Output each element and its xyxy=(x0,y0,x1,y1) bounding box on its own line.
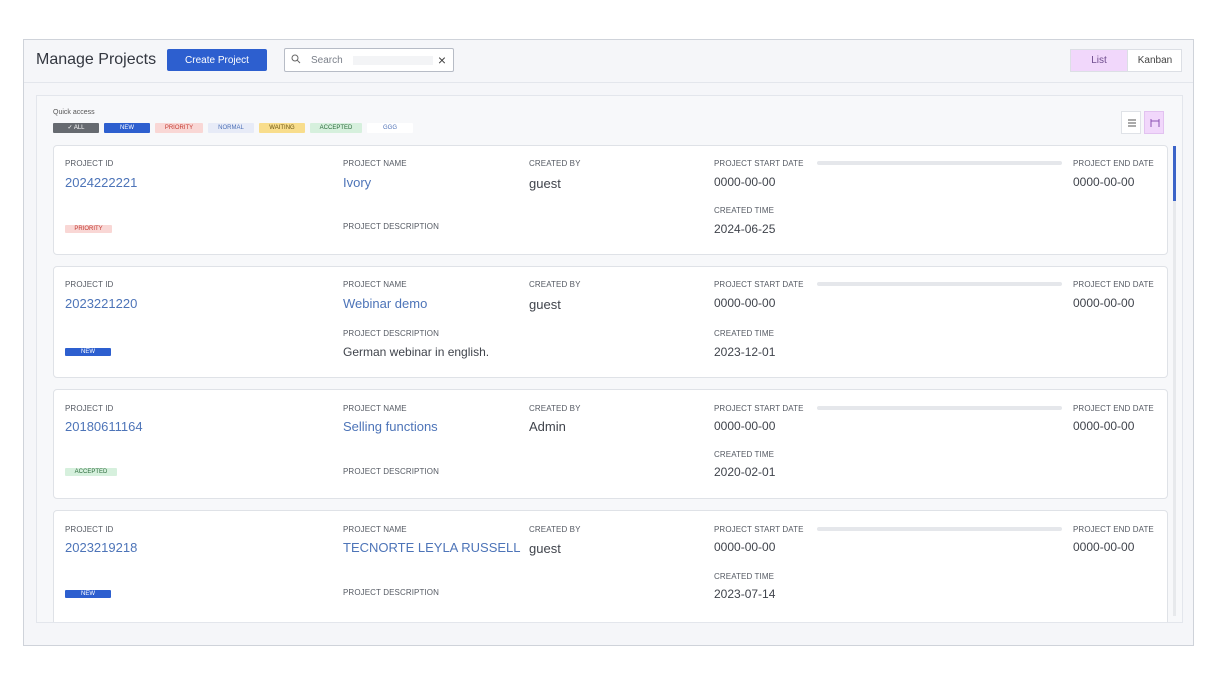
description-label: PROJECT DESCRIPTION xyxy=(343,467,439,476)
start-date-label: PROJECT START DATE xyxy=(714,159,804,168)
project-id-label: PROJECT ID xyxy=(65,280,114,289)
project-name-label: PROJECT NAME xyxy=(343,404,407,413)
scrollbar-thumb[interactable] xyxy=(1173,146,1176,201)
project-card[interactable]: PROJECT ID 2023219218 PROJECT NAME TECNO… xyxy=(53,510,1168,622)
page-header: Manage Projects Create Project Search × … xyxy=(24,40,1193,83)
project-id-label: PROJECT ID xyxy=(65,404,114,413)
end-date-value: 0000-00-00 xyxy=(1073,540,1135,554)
created-by-label: CREATED BY xyxy=(529,159,581,168)
create-project-button[interactable]: Create Project xyxy=(167,49,267,71)
filter-chip-accepted[interactable]: ACCEPTED xyxy=(310,123,362,133)
created-by-value: Admin xyxy=(529,419,566,434)
description-value: German webinar in english. xyxy=(343,345,490,359)
project-name-link[interactable]: Webinar demo xyxy=(343,296,427,311)
created-time-value: 2024-06-25 xyxy=(714,222,776,236)
filter-chip-all[interactable]: ✓ ALL xyxy=(53,123,99,133)
start-date-label: PROJECT START DATE xyxy=(714,280,804,289)
filter-chip-waiting[interactable]: WAITING xyxy=(259,123,305,133)
project-name-link[interactable]: Ivory xyxy=(343,175,371,190)
date-range-bar xyxy=(817,406,1062,410)
timeline-layout-button[interactable] xyxy=(1144,111,1164,134)
date-range-bar xyxy=(817,527,1062,531)
created-time-label: CREATED TIME xyxy=(714,329,775,338)
search-text-area[interactable] xyxy=(353,56,433,65)
end-date-label: PROJECT END DATE xyxy=(1073,404,1154,413)
clear-search-icon[interactable]: × xyxy=(438,52,446,68)
project-id-link[interactable]: 2024222221 xyxy=(65,175,137,190)
status-badge: NEW xyxy=(65,590,111,598)
created-time-value: 2023-12-01 xyxy=(714,345,776,359)
app-frame: Manage Projects Create Project Search × … xyxy=(23,39,1194,646)
start-date-value: 0000-00-00 xyxy=(714,419,776,433)
list-layout-button[interactable] xyxy=(1121,111,1141,134)
project-id-link[interactable]: 2023219218 xyxy=(65,540,137,555)
projects-panel: Quick access ✓ ALL NEW PRIORITY NORMAL W… xyxy=(36,95,1183,623)
filter-chip-normal[interactable]: NORMAL xyxy=(208,123,254,133)
created-by-value: guest xyxy=(529,297,561,312)
project-name-link[interactable]: Selling functions xyxy=(343,419,438,434)
created-time-label: CREATED TIME xyxy=(714,572,775,581)
start-date-value: 0000-00-00 xyxy=(714,296,776,310)
page-title: Manage Projects xyxy=(36,51,157,68)
start-date-label: PROJECT START DATE xyxy=(714,404,804,413)
filter-chip-new[interactable]: NEW xyxy=(104,123,150,133)
end-date-value: 0000-00-00 xyxy=(1073,296,1135,310)
list-view-button[interactable]: List xyxy=(1071,50,1128,71)
end-date-label: PROJECT END DATE xyxy=(1073,280,1154,289)
end-date-value: 0000-00-00 xyxy=(1073,419,1135,433)
filter-chip-ggg[interactable]: GGG xyxy=(367,123,413,133)
created-time-label: CREATED TIME xyxy=(714,450,775,459)
end-date-label: PROJECT END DATE xyxy=(1073,525,1154,534)
project-card[interactable]: PROJECT ID 2024222221 PROJECT NAME Ivory… xyxy=(53,145,1168,255)
project-card[interactable]: PROJECT ID 20180611164 PROJECT NAME Sell… xyxy=(53,389,1168,499)
project-name-label: PROJECT NAME xyxy=(343,280,407,289)
created-by-label: CREATED BY xyxy=(529,525,581,534)
project-id-link[interactable]: 2023221220 xyxy=(65,296,137,311)
status-badge: ACCEPTED xyxy=(65,468,117,476)
project-name-label: PROJECT NAME xyxy=(343,159,407,168)
status-badge: PRIORITY xyxy=(65,225,112,233)
created-by-value: guest xyxy=(529,541,561,556)
project-id-label: PROJECT ID xyxy=(65,525,114,534)
date-range-bar xyxy=(817,282,1062,286)
start-date-label: PROJECT START DATE xyxy=(714,525,804,534)
status-badge: NEW xyxy=(65,348,111,356)
created-by-label: CREATED BY xyxy=(529,280,581,289)
project-id-label: PROJECT ID xyxy=(65,159,114,168)
end-date-label: PROJECT END DATE xyxy=(1073,159,1154,168)
filter-chip-priority[interactable]: PRIORITY xyxy=(155,123,203,133)
created-time-label: CREATED TIME xyxy=(714,206,775,215)
list-icon xyxy=(1128,119,1136,127)
created-by-label: CREATED BY xyxy=(529,404,581,413)
scrollbar[interactable] xyxy=(1173,146,1176,616)
project-name-label: PROJECT NAME xyxy=(343,525,407,534)
view-toggle: List Kanban xyxy=(1070,49,1182,72)
created-by-value: guest xyxy=(529,176,561,191)
start-date-value: 0000-00-00 xyxy=(714,175,776,189)
search-input[interactable]: Search xyxy=(311,55,343,66)
project-name-link[interactable]: TECNORTE LEYLA RUSSELL xyxy=(343,540,521,555)
search-icon xyxy=(291,54,301,64)
search-box[interactable]: Search × xyxy=(284,48,454,72)
date-range-bar xyxy=(817,161,1062,165)
project-id-link[interactable]: 20180611164 xyxy=(65,419,143,434)
timeline-icon xyxy=(1150,119,1160,127)
description-label: PROJECT DESCRIPTION xyxy=(343,588,439,597)
start-date-value: 0000-00-00 xyxy=(714,540,776,554)
end-date-value: 0000-00-00 xyxy=(1073,175,1135,189)
kanban-view-button[interactable]: Kanban xyxy=(1129,50,1181,71)
project-card[interactable]: PROJECT ID 2023221220 PROJECT NAME Webin… xyxy=(53,266,1168,378)
description-label: PROJECT DESCRIPTION xyxy=(343,222,439,231)
created-time-value: 2020-02-01 xyxy=(714,465,776,479)
created-time-value: 2023-07-14 xyxy=(714,587,776,601)
quick-access-label: Quick access xyxy=(53,109,95,116)
description-label: PROJECT DESCRIPTION xyxy=(343,329,439,338)
